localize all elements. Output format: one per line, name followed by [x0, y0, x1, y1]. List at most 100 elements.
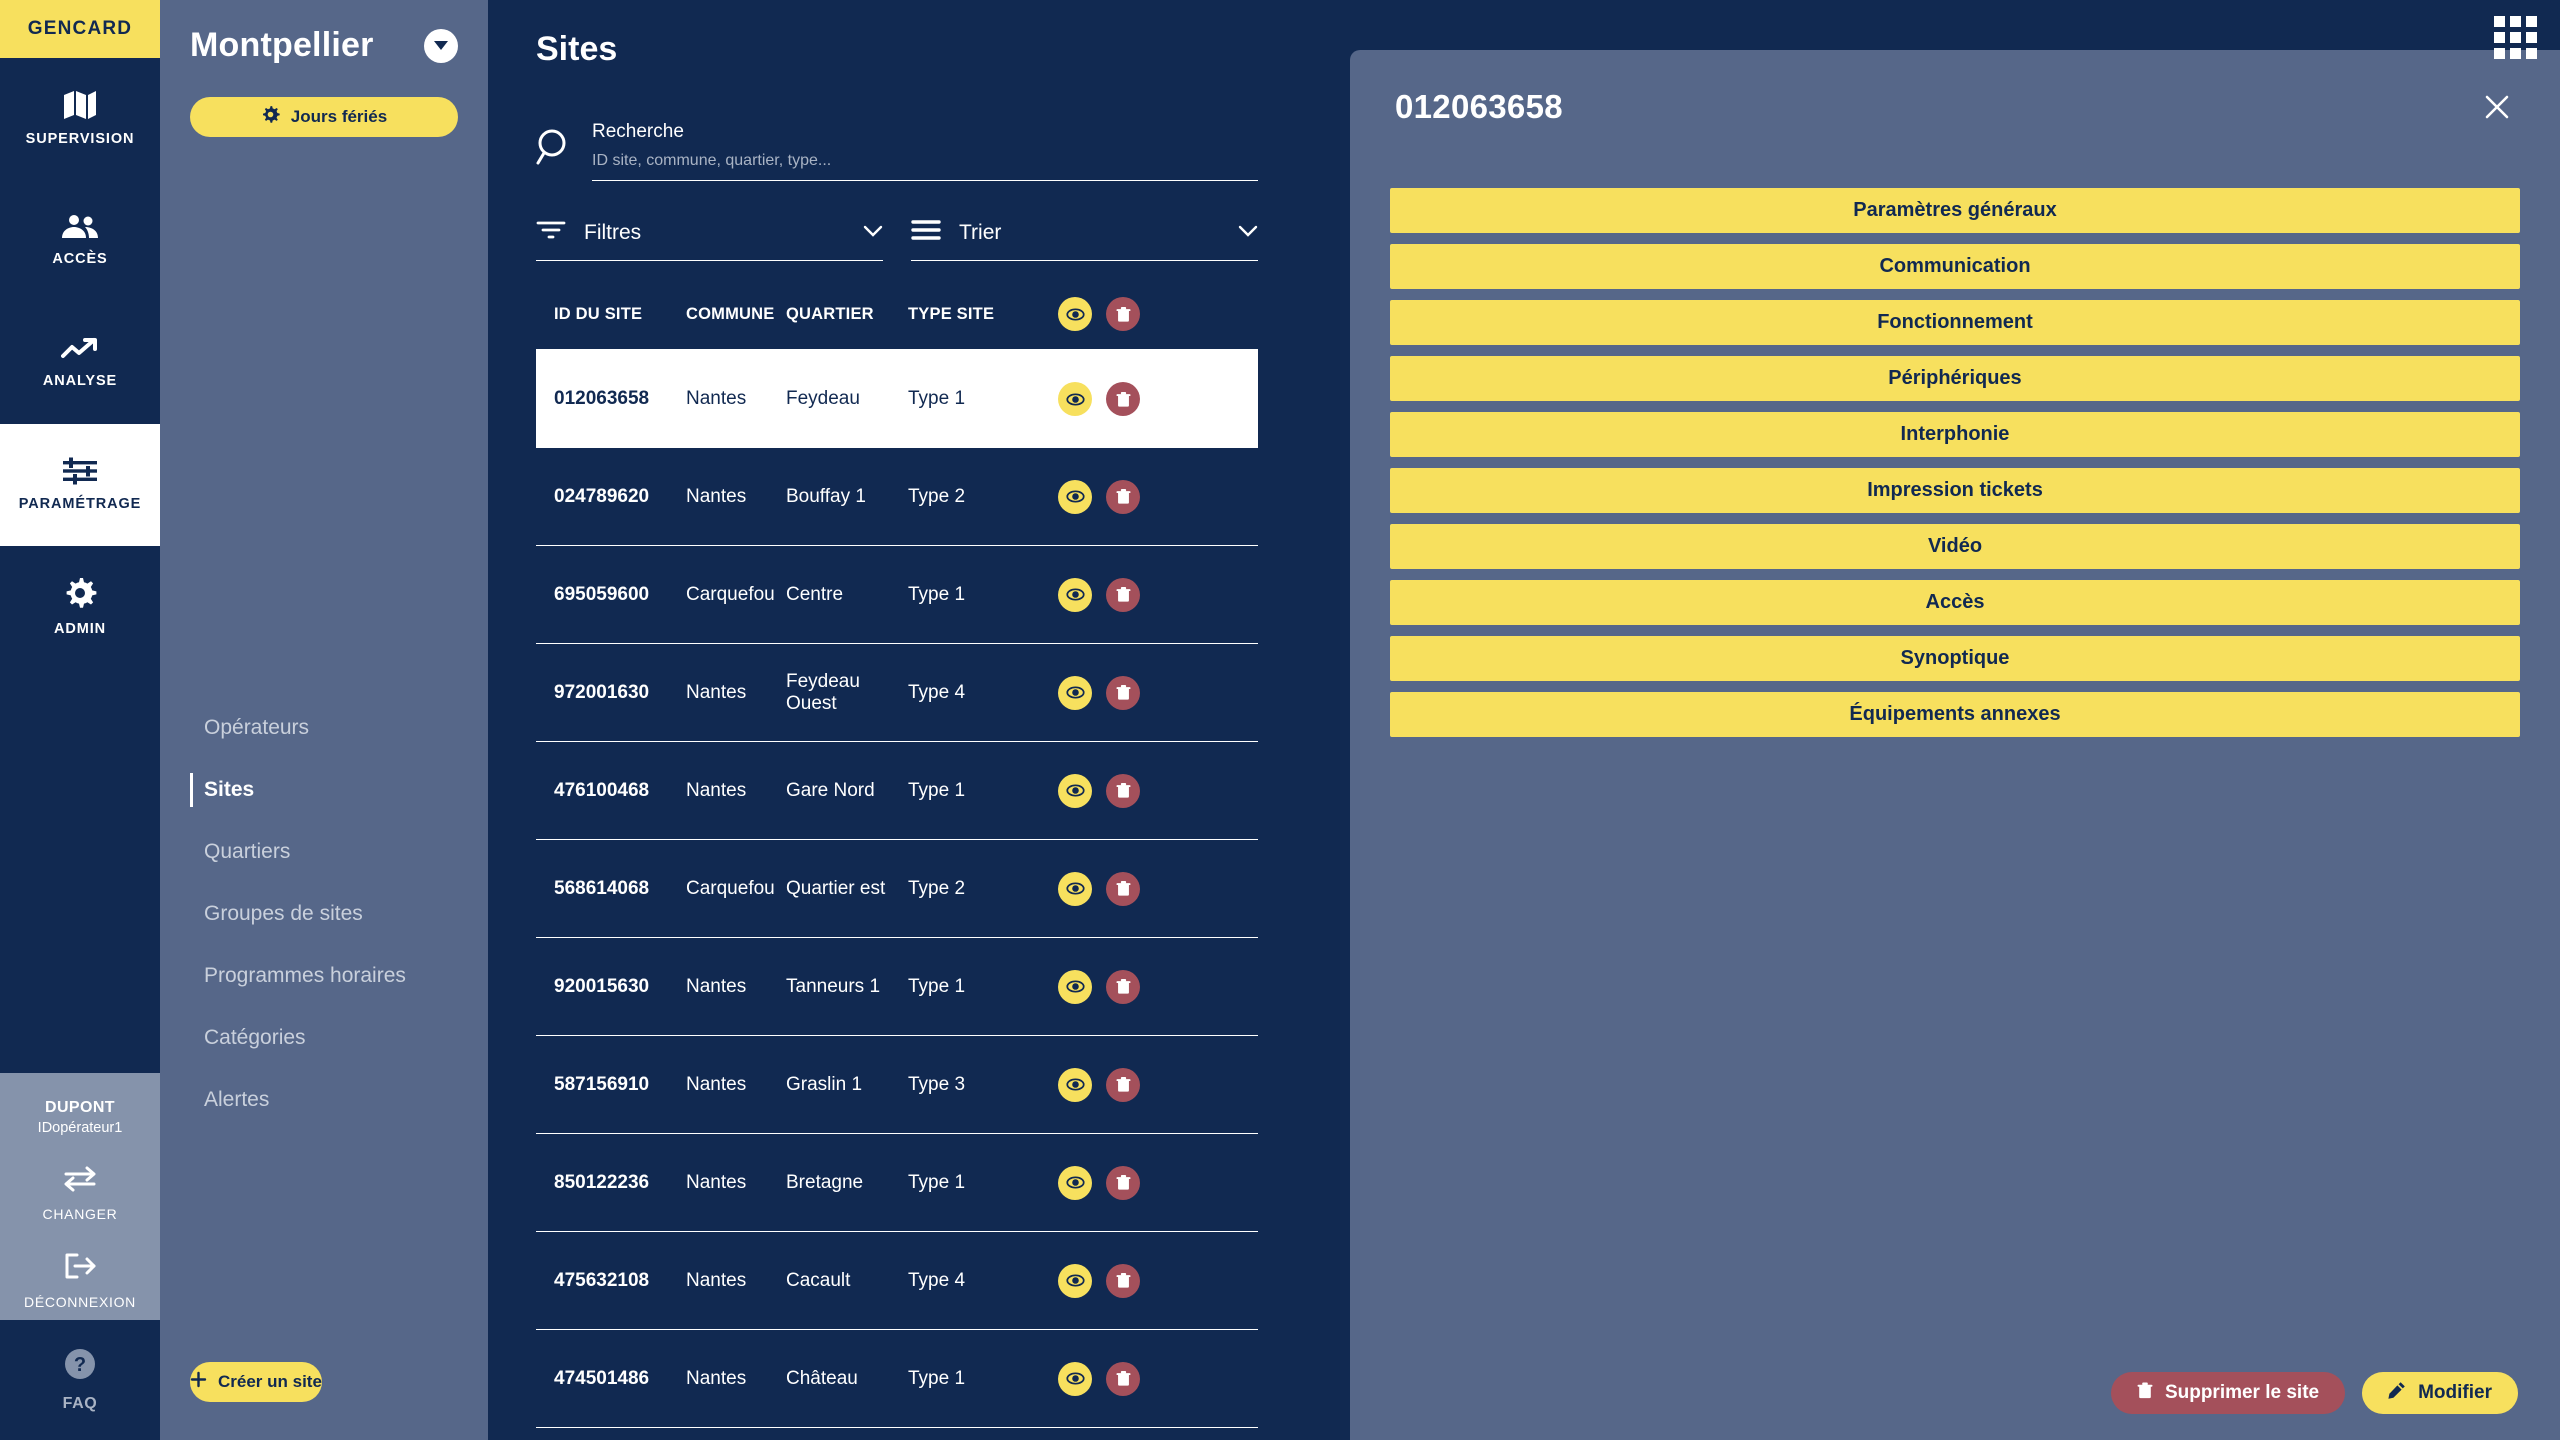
cell-commune: Nantes: [686, 975, 747, 997]
cell-type: Type 3: [908, 1073, 966, 1095]
nav-item-admin[interactable]: ADMIN: [0, 546, 160, 668]
jours-feries-button[interactable]: Jours fériés: [190, 97, 458, 137]
delete-site-button[interactable]: [1106, 1067, 1140, 1102]
cell-id: 476100468: [554, 779, 650, 801]
table-row[interactable]: 695059600 Carquefou Centre Type 1: [536, 546, 1258, 644]
delete-site-button[interactable]: [1106, 1361, 1140, 1396]
chevron-down-icon: [1238, 224, 1258, 242]
cell-quartier: Château: [786, 1367, 858, 1389]
section-button-video[interactable]: Vidéo: [1390, 524, 2520, 569]
delete-site-button[interactable]: [1106, 969, 1140, 1004]
section-button-communication[interactable]: Communication: [1390, 244, 2520, 289]
delete-site-button[interactable]: [1106, 1263, 1140, 1298]
sort-dropdown[interactable]: Trier: [911, 219, 1258, 261]
view-site-button[interactable]: [1058, 1361, 1092, 1396]
nav-item-parametrage[interactable]: PARAMÉTRAGE: [0, 424, 160, 546]
subnav-item-categories[interactable]: Catégories: [182, 1007, 466, 1069]
subnav-item-programmes-horaires[interactable]: Programmes horaires: [182, 945, 466, 1007]
delete-site-button[interactable]: [1106, 773, 1140, 808]
row-actions: [1058, 675, 1188, 710]
people-icon: [61, 214, 99, 240]
subnav-item-groupes-de-sites[interactable]: Groupes de sites: [182, 883, 466, 945]
cell-id: 920015630: [554, 975, 650, 997]
table-row[interactable]: 475632108 Nantes Cacault Type 4: [536, 1232, 1258, 1330]
logout-label: DÉCONNEXION: [24, 1294, 136, 1310]
delete-site-button[interactable]: [1106, 675, 1140, 710]
view-site-button[interactable]: [1058, 675, 1092, 710]
view-site-button[interactable]: [1058, 577, 1092, 612]
subnav-item-label: Programmes horaires: [204, 964, 406, 987]
table-row[interactable]: 568614068 Carquefou Quartier est Type 2: [536, 840, 1258, 938]
section-button-equipements-annexes[interactable]: Équipements annexes: [1390, 692, 2520, 737]
cell-id: 012063658: [554, 388, 650, 409]
table-row[interactable]: 024789620 Nantes Bouffay 1 Type 2: [536, 448, 1258, 546]
table-row[interactable]: 012063658 Nantes Feydeau Type 1: [536, 350, 1258, 448]
delete-site-footer-button[interactable]: Supprimer le site: [2110, 1372, 2346, 1414]
delete-site-button[interactable]: [1106, 871, 1140, 906]
subnav-item-list: Opérateurs Sites Quartiers Groupes de si…: [182, 697, 466, 1131]
cell-commune: Carquefou: [686, 583, 775, 605]
nav-item-supervision[interactable]: SUPERVISION: [0, 58, 160, 180]
table-row[interactable]: 920015630 Nantes Tanneurs 1 Type 1: [536, 938, 1258, 1036]
section-button-interphonie[interactable]: Interphonie: [1390, 412, 2520, 457]
chevron-down-icon[interactable]: [424, 28, 458, 63]
logout-button[interactable]: DÉCONNEXION: [24, 1252, 136, 1310]
gear-icon: [261, 105, 280, 129]
cell-commune: Carquefou: [686, 877, 775, 899]
delete-site-button[interactable]: [1106, 577, 1140, 612]
view-site-button[interactable]: [1058, 1067, 1092, 1102]
edit-site-button[interactable]: Modifier: [2362, 1372, 2518, 1414]
trending-up-icon: [61, 336, 99, 362]
apps-grid-icon[interactable]: [2494, 16, 2538, 60]
controls-row: Filtres Trier: [536, 219, 1258, 261]
subnav-item-label: Quartiers: [204, 840, 291, 863]
create-site-button[interactable]: Créer un site: [190, 1362, 322, 1402]
table-row[interactable]: 972001630 Nantes Feydeau Ouest Type 4: [536, 644, 1258, 742]
nav-item-label: ANALYSE: [42, 373, 118, 390]
view-site-button[interactable]: [1058, 479, 1092, 514]
faq-button[interactable]: ? FAQ: [0, 1320, 160, 1440]
section-button-peripheriques[interactable]: Périphériques: [1390, 356, 2520, 401]
subnav-item-quartiers[interactable]: Quartiers: [182, 821, 466, 883]
row-actions: [1058, 382, 1188, 416]
subnav-item-operateurs[interactable]: Opérateurs: [182, 697, 466, 759]
view-site-button[interactable]: [1058, 382, 1092, 416]
section-button-parametres-generaux[interactable]: Paramètres généraux: [1390, 188, 2520, 233]
view-site-button[interactable]: [1058, 871, 1092, 906]
view-site-button[interactable]: [1058, 773, 1092, 808]
view-site-button[interactable]: [1058, 969, 1092, 1004]
section-button-fonctionnement[interactable]: Fonctionnement: [1390, 300, 2520, 345]
nav-item-label: PARAMÉTRAGE: [18, 496, 142, 513]
view-site-button[interactable]: [1058, 1263, 1092, 1298]
subnav-item-alertes[interactable]: Alertes: [182, 1069, 466, 1131]
filters-dropdown[interactable]: Filtres: [536, 219, 883, 261]
view-icon: [1058, 297, 1092, 331]
sort-lines-icon: [911, 219, 941, 246]
table-row[interactable]: 587156910 Nantes Graslin 1 Type 3: [536, 1036, 1258, 1134]
rail-spacer: [0, 668, 160, 1073]
cell-quartier: Graslin 1: [786, 1073, 863, 1095]
table-row[interactable]: 476100468 Nantes Gare Nord Type 1: [536, 742, 1258, 840]
delete-site-button[interactable]: [1106, 479, 1140, 514]
nav-item-analyse[interactable]: ANALYSE: [0, 302, 160, 424]
delete-site-button[interactable]: [1106, 382, 1140, 416]
table-row[interactable]: 017932588 Nantes Tanneurs 2 Type 1: [536, 1428, 1258, 1440]
search-input[interactable]: [592, 152, 1258, 181]
view-site-button[interactable]: [1058, 1165, 1092, 1200]
row-actions: [1058, 969, 1188, 1004]
subnav-item-sites[interactable]: Sites: [182, 759, 466, 821]
row-actions: [1058, 1165, 1188, 1200]
nav-item-acces[interactable]: ACCÈS: [0, 180, 160, 302]
table-row[interactable]: 474501486 Nantes Château Type 1: [536, 1330, 1258, 1428]
detail-footer: Supprimer le site Modifier: [2110, 1372, 2518, 1414]
primary-nav-rail: GENCARD SUPERVISION ACCÈS ANALYSE PARAMÉ…: [0, 0, 160, 1440]
section-button-impression-tickets[interactable]: Impression tickets: [1390, 468, 2520, 513]
delete-site-button[interactable]: [1106, 1165, 1140, 1200]
close-icon[interactable]: [2479, 89, 2515, 125]
section-button-acces[interactable]: Accès: [1390, 580, 2520, 625]
table-row[interactable]: 850122236 Nantes Bretagne Type 1: [536, 1134, 1258, 1232]
section-button-synoptique[interactable]: Synoptique: [1390, 636, 2520, 681]
cell-quartier: Bretagne: [786, 1171, 864, 1193]
switch-account-button[interactable]: CHANGER: [43, 1166, 118, 1222]
city-selector-row: Montpellier: [182, 26, 466, 65]
